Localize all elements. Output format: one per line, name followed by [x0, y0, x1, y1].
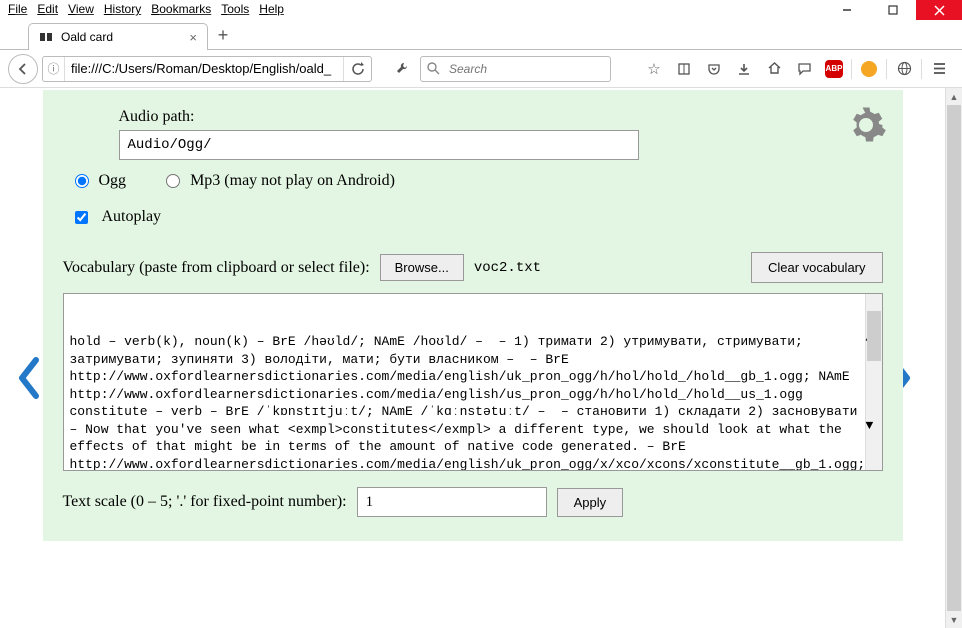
search-box: [420, 56, 611, 82]
autoplay-label: Autoplay: [102, 208, 162, 226]
textarea-scrollbar[interactable]: ▲ ▼: [865, 294, 882, 470]
menu-edit[interactable]: Edit: [33, 2, 62, 18]
hamburger-menu-icon[interactable]: [924, 55, 954, 83]
autoplay-row: Autoplay: [75, 208, 883, 226]
vocabulary-textarea[interactable]: hold – verb(k), noun(k) – BrE /həʊld/; N…: [63, 293, 883, 471]
audio-path-input[interactable]: Audio/Ogg/: [119, 130, 639, 160]
audio-path-label: Audio path:: [119, 108, 883, 126]
vocabulary-text-content: hold – verb(k), noun(k) – BrE /həʊld/; N…: [70, 333, 876, 471]
menu-view[interactable]: View: [64, 2, 98, 18]
downloads-icon[interactable]: [729, 55, 759, 83]
menu-bookmarks[interactable]: Bookmarks: [147, 2, 215, 18]
search-input[interactable]: [445, 62, 610, 76]
new-tab-button[interactable]: +: [208, 22, 238, 49]
smiley-icon[interactable]: [854, 55, 884, 83]
chat-icon[interactable]: [789, 55, 819, 83]
settings-card: Audio path: Audio/Ogg/ Ogg Mp3 (may not …: [43, 90, 903, 541]
text-scale-label: Text scale (0 – 5; '.' for fixed-point n…: [63, 493, 347, 511]
tab-oald-card[interactable]: Oald card ×: [28, 23, 208, 50]
vocabulary-filename: voc2.txt: [474, 260, 541, 276]
abp-icon[interactable]: ABP: [819, 55, 849, 83]
menu-file[interactable]: File: [4, 2, 31, 18]
window-controls: [824, 0, 962, 20]
browse-button[interactable]: Browse...: [380, 254, 464, 281]
reading-list-icon[interactable]: [669, 55, 699, 83]
prev-arrow-icon[interactable]: [12, 353, 46, 403]
page-scrollbar[interactable]: ▲ ▼: [945, 88, 962, 628]
url-bar: ⓘ: [42, 56, 372, 82]
maximize-button[interactable]: [870, 0, 916, 20]
toolbar-icons: ☆ ABP: [639, 55, 954, 83]
scroll-down-icon[interactable]: ▼: [866, 417, 882, 435]
gear-icon[interactable]: [845, 104, 887, 146]
minimize-button[interactable]: [824, 0, 870, 20]
page-scroll-down-icon[interactable]: ▼: [946, 611, 962, 628]
globe-icon[interactable]: [889, 55, 919, 83]
menu-bar: File Edit View History Bookmarks Tools H…: [0, 0, 962, 20]
scroll-thumb[interactable]: [867, 311, 881, 361]
dev-tools-icon[interactable]: [388, 55, 416, 83]
tab-favicon-icon: [39, 30, 53, 44]
pocket-icon[interactable]: [699, 55, 729, 83]
clear-vocabulary-button[interactable]: Clear vocabulary: [751, 252, 883, 283]
vocabulary-label: Vocabulary (paste from clipboard or sele…: [63, 259, 370, 277]
page-scroll-up-icon[interactable]: ▲: [946, 88, 962, 105]
menu-help[interactable]: Help: [255, 2, 288, 18]
reload-button[interactable]: [343, 57, 371, 81]
page-scroll-thumb[interactable]: [947, 105, 961, 611]
menu-history[interactable]: History: [100, 2, 145, 18]
radio-ogg[interactable]: [75, 174, 89, 188]
page-body: Audio path: Audio/Ogg/ Ogg Mp3 (may not …: [0, 88, 945, 628]
radio-ogg-label: Ogg: [99, 172, 127, 190]
close-window-button[interactable]: [916, 0, 962, 20]
apply-button[interactable]: Apply: [557, 488, 624, 517]
radio-mp3-label: Mp3 (may not play on Android): [190, 172, 395, 190]
text-scale-input[interactable]: [357, 487, 547, 517]
text-scale-row: Text scale (0 – 5; '.' for fixed-point n…: [63, 487, 883, 517]
page-info-icon[interactable]: ⓘ: [43, 57, 65, 81]
back-button[interactable]: [8, 54, 38, 84]
url-input[interactable]: [65, 61, 343, 76]
separator: [886, 59, 887, 79]
separator: [921, 59, 922, 79]
close-tab-icon[interactable]: ×: [189, 30, 197, 45]
radio-mp3[interactable]: [166, 174, 180, 188]
audio-format-radios: Ogg Mp3 (may not play on Android): [75, 172, 883, 190]
nav-toolbar: ⓘ ☆ ABP: [0, 50, 962, 88]
separator: [851, 59, 852, 79]
bookmark-star-icon[interactable]: ☆: [639, 55, 669, 83]
search-icon: [421, 62, 445, 75]
autoplay-checkbox[interactable]: [75, 211, 88, 224]
home-icon[interactable]: [759, 55, 789, 83]
content-area: Audio path: Audio/Ogg/ Ogg Mp3 (may not …: [0, 88, 962, 628]
tab-bar: Oald card × +: [0, 20, 962, 50]
menu-tools[interactable]: Tools: [217, 2, 253, 18]
tab-title: Oald card: [61, 30, 113, 44]
vocabulary-row: Vocabulary (paste from clipboard or sele…: [63, 252, 883, 283]
